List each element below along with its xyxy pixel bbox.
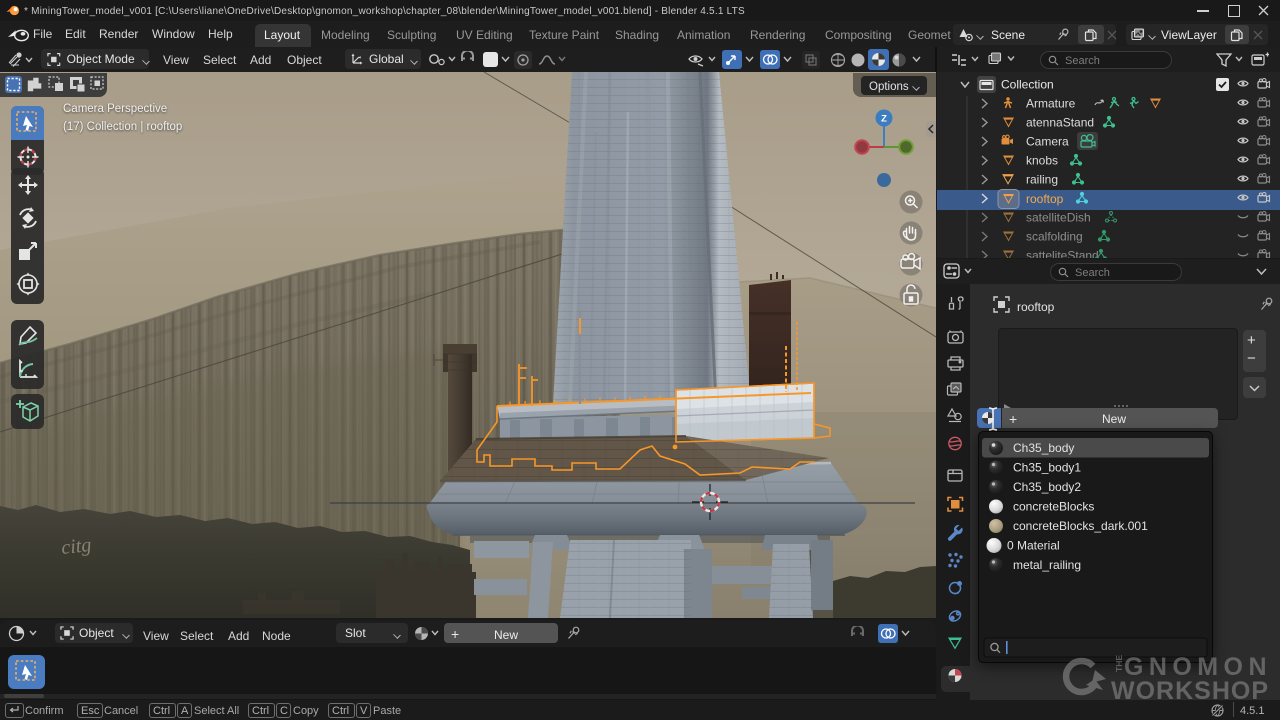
- svg-text:concreteBlocks: concreteBlocks: [1013, 500, 1094, 514]
- svg-text:Ch35_body2: Ch35_body2: [1013, 480, 1081, 494]
- svg-text:scalfolding: scalfolding: [1026, 230, 1083, 244]
- svg-text:WORKSHOP: WORKSHOP: [1111, 677, 1268, 704]
- svg-text:concreteBlocks_dark.001: concreteBlocks_dark.001: [1013, 519, 1148, 533]
- svg-text:atennaStand: atennaStand: [1026, 116, 1094, 130]
- svg-text:metal_railing: metal_railing: [1013, 558, 1081, 572]
- svg-text:THE: THE: [1114, 655, 1124, 672]
- svg-text:satteliteStand: satteliteStand: [1026, 249, 1099, 259]
- svg-text:citg: citg: [60, 534, 92, 559]
- svg-text:Camera: Camera: [1026, 135, 1069, 149]
- svg-text:rooftop: rooftop: [1026, 192, 1064, 206]
- svg-text:Z: Z: [881, 114, 887, 125]
- svg-text:satelliteDish: satelliteDish: [1026, 211, 1091, 225]
- svg-text:Ch35_body: Ch35_body: [1013, 441, 1074, 455]
- svg-text:0 Material: 0 Material: [1007, 539, 1060, 553]
- svg-text:Collection: Collection: [1001, 78, 1054, 92]
- svg-text:railing: railing: [1026, 173, 1058, 187]
- svg-text:Ch35_body1: Ch35_body1: [1013, 461, 1081, 475]
- svg-text:knobs: knobs: [1026, 154, 1058, 168]
- svg-text:Armature: Armature: [1026, 97, 1076, 111]
